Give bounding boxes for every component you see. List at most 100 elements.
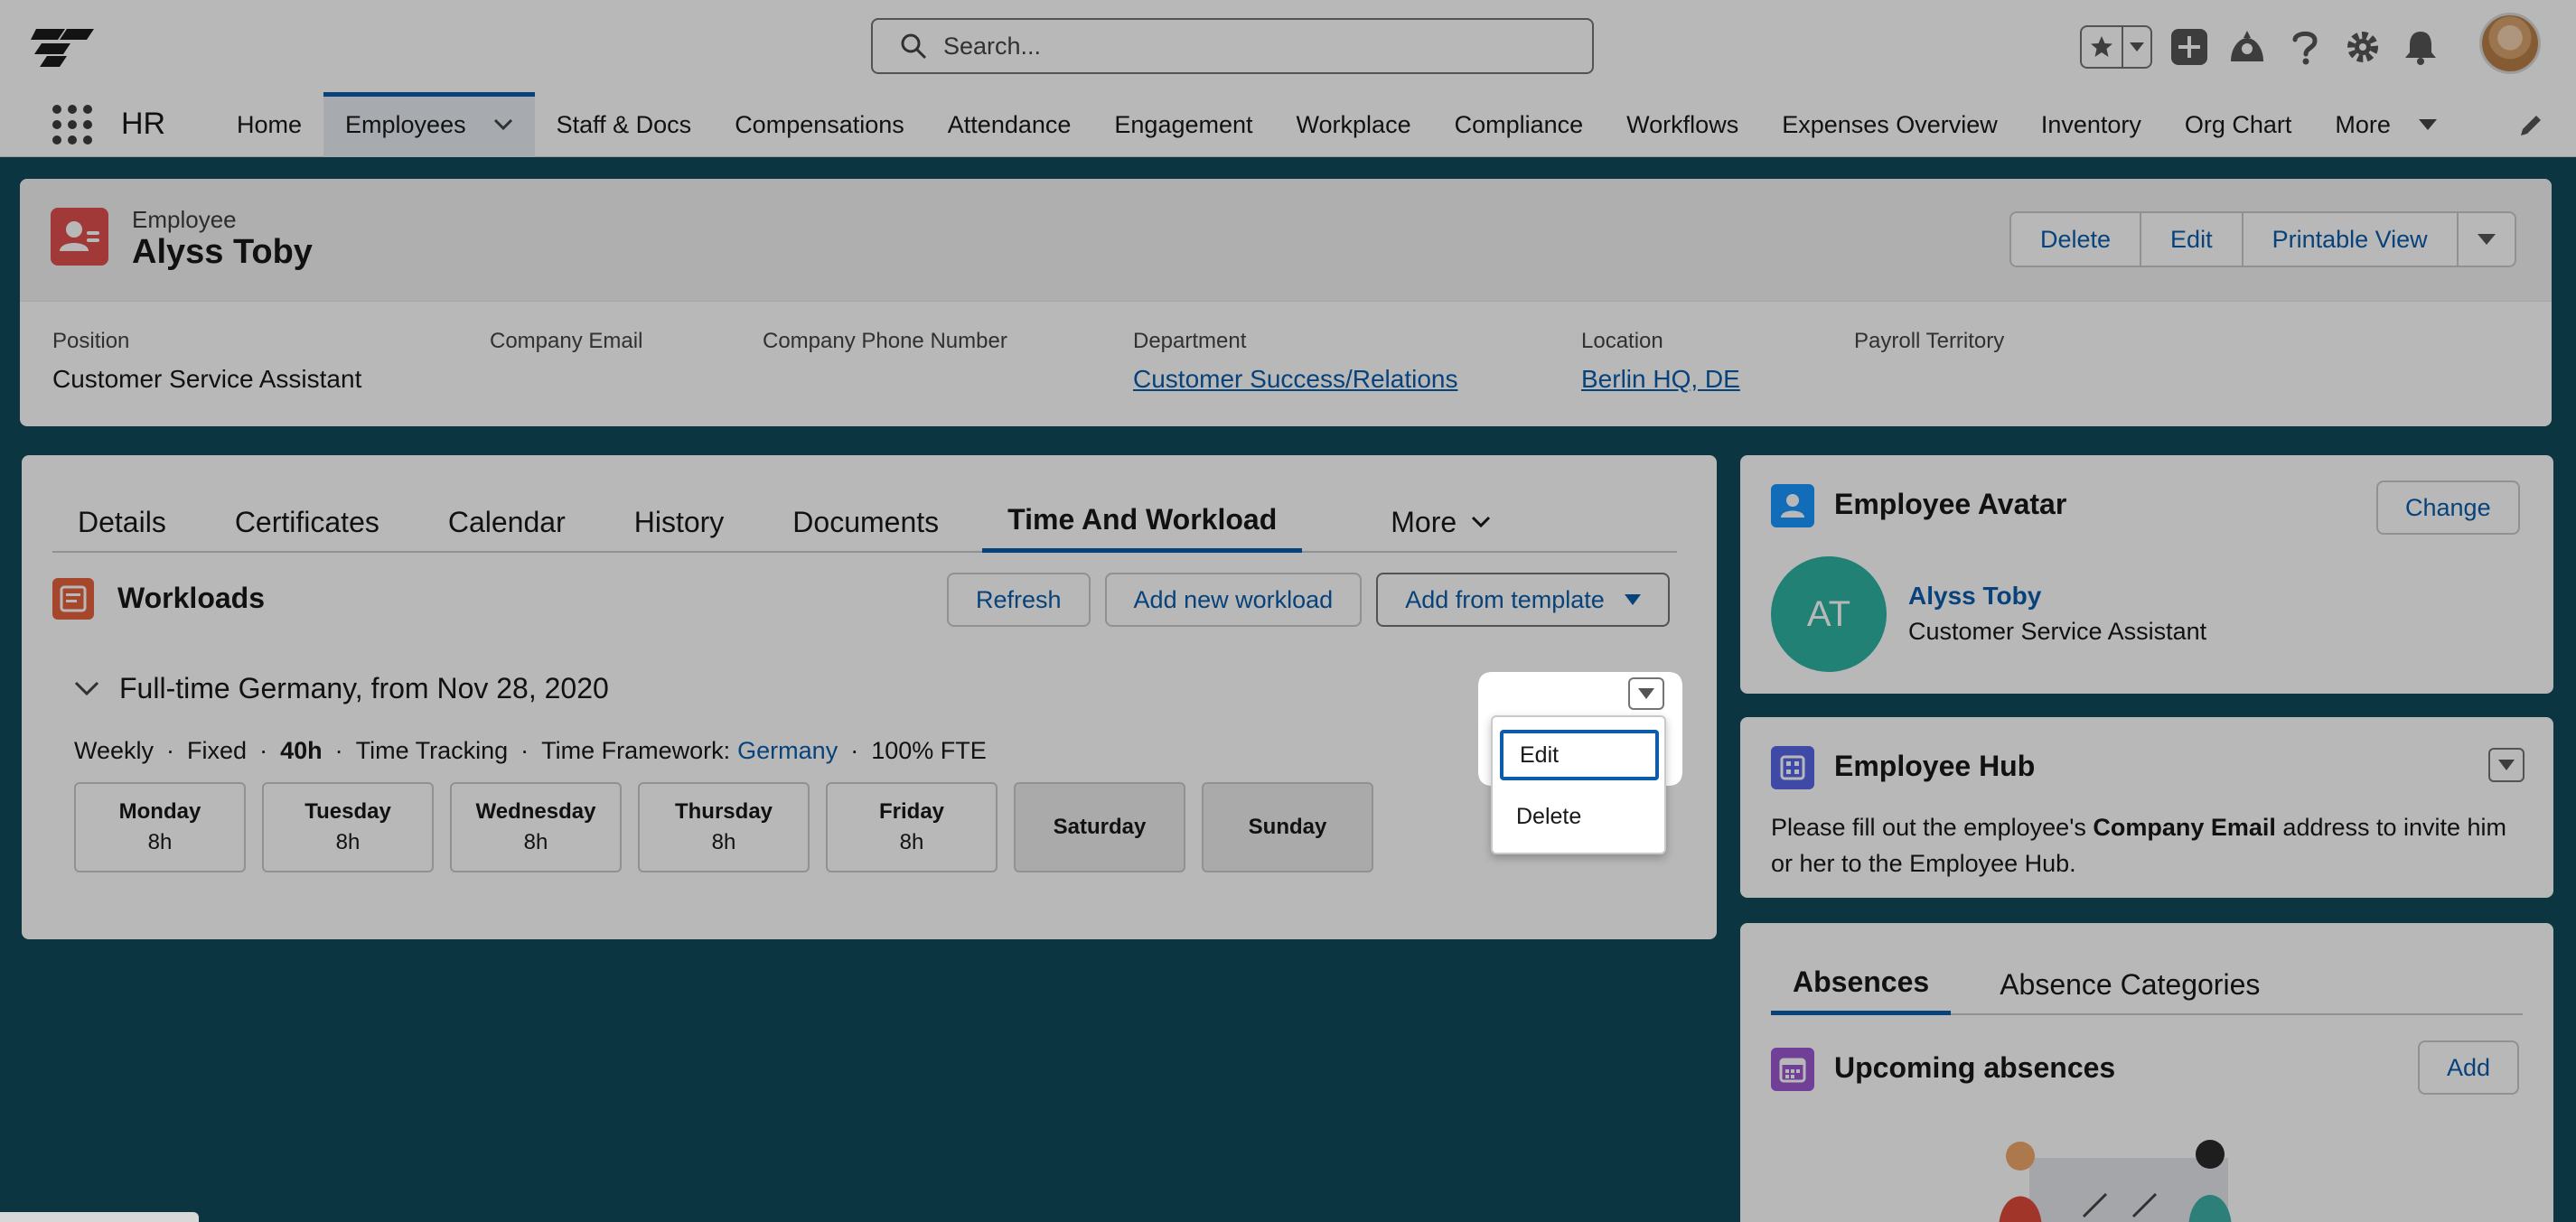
field-company-phone: Company Phone Number: [763, 329, 1007, 353]
upcoming-absences-title: Upcoming absences: [1834, 1051, 2116, 1084]
record-detail-panel: Details Certificates Calendar History Do…: [22, 455, 1717, 939]
delete-record-button[interactable]: Delete: [2011, 213, 2142, 266]
favorites-button[interactable]: [2080, 25, 2152, 69]
record-type-label: Employee: [132, 206, 237, 233]
chevron-down-icon[interactable]: [74, 681, 99, 697]
calendar-icon: [1771, 1048, 1814, 1091]
favorites-star-icon[interactable]: [2082, 27, 2123, 67]
tab-details[interactable]: Details: [52, 491, 192, 553]
nav-item-workplace[interactable]: Workplace: [1275, 92, 1433, 157]
favorites-dropdown-icon[interactable]: [2123, 27, 2150, 67]
employee-icon: [51, 208, 108, 266]
add-icon[interactable]: [2169, 26, 2210, 68]
tab-time-and-workload[interactable]: Time And Workload: [982, 491, 1303, 553]
tab-certificates[interactable]: Certificates: [210, 491, 405, 553]
workload-days: Monday 8h Tuesday 8h Wednesday 8h Thursday 8…: [74, 782, 1373, 872]
workload-entry-header[interactable]: Full-time Germany, from Nov 28, 2020: [74, 672, 609, 705]
more-actions-button[interactable]: [2459, 213, 2515, 266]
field-company-email: Company Email: [490, 329, 643, 353]
avatar: AT: [1771, 556, 1887, 672]
hub-card-title: Employee Hub: [1834, 750, 2036, 782]
day-monday: Monday 8h: [74, 782, 246, 872]
time-framework-link[interactable]: Germany: [737, 737, 838, 765]
avatar-card-icon: [1771, 484, 1814, 527]
menu-item-delete[interactable]: Delete: [1500, 791, 1659, 842]
app-launcher-icon[interactable]: [52, 105, 92, 145]
nav-item-attendance[interactable]: Attendance: [926, 92, 1093, 157]
app-navigation-bar: HR Home Employees Staff & Docs Compensat…: [0, 92, 2576, 157]
nav-item-workflows[interactable]: Workflows: [1605, 92, 1760, 157]
global-search-input[interactable]: Search...: [871, 18, 1594, 74]
field-department: Department Customer Success/Relations: [1133, 329, 1458, 394]
record-name: Alyss Toby: [132, 233, 313, 271]
chevron-down-icon: [1472, 516, 1491, 528]
employee-record-header: Employee Alyss Toby Delete Edit Printabl…: [20, 179, 2552, 426]
tab-absence-categories[interactable]: Absence Categories: [1978, 954, 2281, 1015]
workload-actions: Refresh Add new workload Add from templa…: [947, 573, 1670, 627]
workload-meta: Weekly · Fixed · 40h · Time Tracking · Time …: [74, 737, 987, 765]
tab-more[interactable]: More: [1365, 491, 1516, 553]
workload-icon: [52, 578, 94, 620]
caret-down-icon: [1638, 688, 1654, 699]
search-icon: [901, 33, 927, 60]
nav-items: Home Employees Staff & Docs Compensation…: [215, 92, 2459, 157]
add-absence-button[interactable]: Add: [2418, 1040, 2520, 1095]
field-position: Position Customer Service Assistant: [52, 329, 362, 393]
caret-down-icon: [1624, 594, 1641, 605]
printable-view-button[interactable]: Printable View: [2243, 213, 2459, 266]
nav-item-org-chart[interactable]: Org Chart: [2163, 92, 2314, 157]
tab-absences[interactable]: Absences: [1771, 954, 1952, 1015]
avatar-employee-position: Customer Service Assistant: [1908, 618, 2207, 645]
tab-documents[interactable]: Documents: [767, 491, 964, 553]
edit-record-button[interactable]: Edit: [2141, 213, 2243, 266]
header-utility-icons: [2080, 22, 2441, 72]
absence-tabs: Absences Absence Categories: [1771, 954, 2523, 1015]
workload-entry-title: Full-time Germany, from Nov 28, 2020: [119, 672, 609, 704]
trailhead-icon[interactable]: [2226, 26, 2268, 68]
add-new-workload-button[interactable]: Add new workload: [1104, 573, 1363, 627]
notification-bell-icon[interactable]: [2400, 26, 2441, 68]
field-location: Location Berlin HQ, DE: [1581, 329, 1740, 394]
absences-illustration: [1999, 1140, 2232, 1222]
menu-item-edit[interactable]: Edit: [1500, 730, 1659, 780]
search-placeholder: Search...: [943, 32, 1042, 60]
hub-card-menu-button[interactable]: [2488, 748, 2524, 782]
department-link[interactable]: Customer Success/Relations: [1133, 365, 1457, 394]
user-profile-avatar[interactable]: [2479, 13, 2541, 74]
workload-row-menu-button[interactable]: [1628, 677, 1664, 710]
nav-item-employees[interactable]: Employees: [323, 92, 535, 157]
employee-hub-card: Employee Hub Please fill out the employe…: [1740, 717, 2553, 898]
workloads-title: Workloads: [117, 582, 265, 614]
nav-item-engagement[interactable]: Engagement: [1092, 92, 1274, 157]
nav-item-more[interactable]: More: [2313, 92, 2459, 157]
absences-card: Absences Absence Categories Upcoming abs…: [1740, 923, 2553, 1222]
location-link[interactable]: Berlin HQ, DE: [1581, 365, 1740, 394]
caret-down-icon[interactable]: [2418, 118, 2438, 131]
nav-item-staff-docs[interactable]: Staff & Docs: [535, 92, 714, 157]
change-avatar-button[interactable]: Change: [2376, 480, 2520, 535]
day-thursday: Thursday 8h: [638, 782, 810, 872]
day-friday: Friday 8h: [826, 782, 998, 872]
record-tabs: Details Certificates Calendar History Do…: [52, 491, 1677, 553]
nav-item-compensations[interactable]: Compensations: [713, 92, 926, 157]
nav-item-expenses-overview[interactable]: Expenses Overview: [1760, 92, 2019, 157]
app-name: HR: [121, 107, 166, 141]
hub-card-icon: [1771, 746, 1814, 789]
horizontal-scrollbar[interactable]: [0, 1212, 199, 1222]
record-actions: Delete Edit Printable View: [2009, 211, 2516, 267]
avatar-employee-name-link[interactable]: Alyss Toby: [1908, 582, 2041, 611]
refresh-button[interactable]: Refresh: [947, 573, 1091, 627]
tab-calendar[interactable]: Calendar: [423, 491, 591, 553]
day-sunday: Sunday: [1202, 782, 1373, 872]
company-logo[interactable]: [31, 25, 96, 67]
nav-item-inventory[interactable]: Inventory: [2019, 92, 2163, 157]
help-icon[interactable]: [2284, 26, 2326, 68]
edit-nav-pencil-icon[interactable]: [2517, 112, 2544, 139]
chevron-down-icon[interactable]: [493, 118, 513, 131]
settings-gear-icon[interactable]: [2342, 26, 2384, 68]
nav-item-home[interactable]: Home: [215, 92, 323, 157]
employee-avatar-card: Employee Avatar Change AT Alyss Toby Cus…: [1740, 455, 2553, 694]
add-from-template-button[interactable]: Add from template: [1376, 573, 1670, 627]
tab-history[interactable]: History: [609, 491, 750, 553]
nav-item-compliance[interactable]: Compliance: [1433, 92, 1606, 157]
